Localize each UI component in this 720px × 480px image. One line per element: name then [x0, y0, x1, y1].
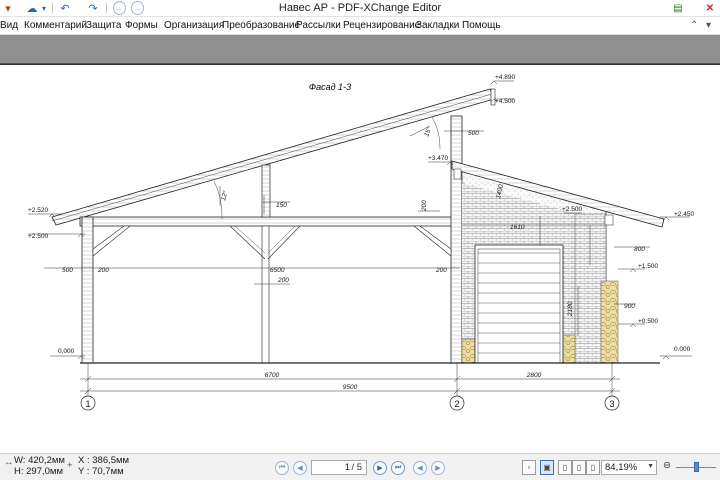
- page-width: W: 420,2мм: [14, 455, 65, 466]
- dim-1610: 1610: [510, 224, 525, 231]
- axis-label-2: 2: [454, 399, 459, 409]
- window-title: Навес АР - PDF-XChange Editor: [278, 2, 442, 14]
- menu-view[interactable]: Вид: [0, 20, 18, 31]
- level-top-beam: +4.500: [495, 98, 515, 105]
- dim-150: 150: [276, 202, 287, 209]
- zoom-level-field[interactable]: 84,19% ▼: [601, 460, 657, 475]
- middle-post: [261, 225, 270, 364]
- page-size-icon: ↔: [4, 457, 14, 468]
- dim-6700: 6700: [265, 372, 280, 379]
- drawing-title: Фасад 1-3: [309, 82, 351, 92]
- dim-200: 200: [277, 277, 289, 284]
- post-axis-2: [450, 115, 463, 364]
- menu-review[interactable]: Рецензирование: [343, 20, 420, 31]
- dim-2180: 2180: [567, 301, 574, 317]
- title-bar: ▾ ☁ ▾ ↶ ↷ ← → Навес АР - PDF-XChange Edi…: [0, 0, 720, 17]
- app-status-icon: ▤: [673, 2, 683, 14]
- page-height: H: 297,0мм: [14, 466, 63, 477]
- level-top-ridge: +4.890: [495, 74, 515, 81]
- continuous-view-icon[interactable]: ▣: [540, 460, 554, 475]
- stone-plinth: [461, 338, 476, 364]
- level-right-inner: +2.500: [562, 206, 582, 213]
- cover-view-icon[interactable]: ▯: [586, 460, 600, 475]
- previous-page-icon[interactable]: ◀: [293, 461, 307, 475]
- level-left-eave: +2.520: [28, 207, 48, 214]
- ridge-beam: [79, 216, 459, 227]
- menu-bar: Вид Комментарий Защита Формы Организация…: [0, 17, 720, 35]
- total-pages: / 5: [351, 462, 362, 473]
- dim-200: 200: [435, 267, 447, 274]
- single-page-view-icon[interactable]: ▫: [522, 460, 536, 475]
- pdf-page: Фасад 1-3 +4.890 +4.500 +2.520 +2.500 +3…: [0, 63, 720, 453]
- dim-800: 800: [634, 246, 645, 253]
- next-page-icon[interactable]: ▶: [373, 461, 387, 475]
- roof-angle-right: 15°: [422, 125, 433, 137]
- level-ground-right: 0.000: [674, 346, 691, 353]
- menu-comment[interactable]: Комментарий: [24, 20, 87, 31]
- axis-label-3: 3: [609, 399, 614, 409]
- axis-label-1: 1: [85, 399, 90, 409]
- back-view-icon[interactable]: ◀: [413, 461, 427, 475]
- zoom-slider-thumb[interactable]: [694, 462, 699, 472]
- menu-forms[interactable]: Формы: [125, 20, 158, 31]
- forward-view-icon[interactable]: ▶: [431, 461, 445, 475]
- level-ground-left: 0.000: [58, 348, 75, 355]
- roof-strut: [261, 164, 271, 218]
- menu-protect[interactable]: Защита: [86, 20, 121, 31]
- first-page-icon[interactable]: ⏮: [275, 461, 289, 475]
- garage-door: [474, 244, 564, 364]
- cursor-x: X : 386,5мм: [78, 455, 130, 466]
- post-axis-1: [81, 216, 94, 364]
- dim-900: 900: [624, 303, 635, 310]
- stone-plinth: [562, 334, 576, 364]
- facade-drawing: Фасад 1-3 +4.890 +4.500 +2.520 +2.500 +3…: [0, 64, 720, 411]
- level-left-beam: +2.500: [28, 233, 48, 240]
- dim-500-top: 500: [468, 130, 479, 137]
- dim-2800: 2800: [526, 372, 542, 379]
- menu-more-icon[interactable]: ▾: [706, 20, 711, 31]
- level-right-eave: +2.450: [674, 211, 694, 218]
- dim-200: 200: [421, 200, 428, 212]
- stone-plinth: [600, 280, 619, 364]
- brace: [413, 225, 452, 257]
- zoom-out-icon[interactable]: ⊖: [663, 460, 671, 471]
- level-right-1500: +1.500: [638, 263, 658, 270]
- menu-share[interactable]: Рассылки: [296, 20, 341, 31]
- zoom-dropdown-icon[interactable]: ▼: [647, 463, 654, 470]
- roof-angle-left: 12°: [219, 190, 229, 202]
- facing-continuous-view-icon[interactable]: ▯: [572, 460, 586, 475]
- facing-view-icon[interactable]: ▯: [558, 460, 572, 475]
- close-icon[interactable]: ✕: [700, 0, 720, 16]
- dim-200: 200: [97, 267, 109, 274]
- level-right-0500: +0.500: [638, 318, 658, 325]
- dim-6500: 6500: [270, 267, 285, 274]
- status-bar: ↔ W: 420,2мм H: 297,0мм + X : 386,5мм Y …: [0, 453, 720, 480]
- brace: [92, 225, 131, 257]
- page-number-field[interactable]: 1 / 5: [311, 460, 367, 475]
- cursor-icon: +: [67, 460, 73, 471]
- menu-help[interactable]: Помощь: [462, 20, 501, 31]
- dim-9500: 9500: [343, 384, 358, 391]
- ribbon-expand-icon[interactable]: ⌃: [690, 20, 698, 31]
- cursor-y: Y : 70,7мм: [78, 466, 124, 477]
- menu-convert[interactable]: Преобразование: [222, 20, 300, 31]
- menu-organize[interactable]: Организация: [164, 20, 224, 31]
- last-page-icon[interactable]: ⏭: [391, 461, 405, 475]
- document-area[interactable]: Фасад 1-3 +4.890 +4.500 +2.520 +2.500 +3…: [0, 35, 720, 453]
- menu-bookmarks[interactable]: Закладки: [416, 20, 459, 31]
- zoom-value: 84,19%: [605, 462, 638, 473]
- level-mid-wall: +3.470: [428, 155, 448, 162]
- dim-500-left: 500: [62, 267, 73, 274]
- current-page: 1: [344, 462, 350, 473]
